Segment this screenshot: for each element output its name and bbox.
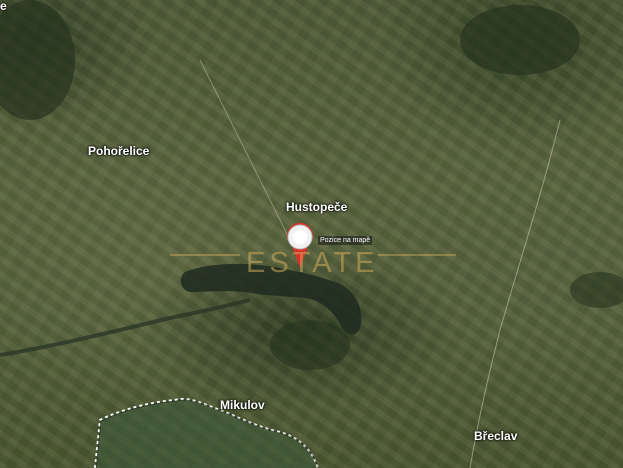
place-label-corner: e [0, 0, 7, 13]
place-label-hustopece: Hustopeče [286, 200, 348, 214]
road [469, 119, 561, 468]
satellite-map[interactable]: ESTATE e Pohořelice Hustopeče Mikulov Bř… [0, 0, 623, 468]
place-label-breclav: Břeclav [474, 429, 518, 443]
marker-label: Pozice na mapě [318, 236, 373, 245]
road [199, 59, 291, 241]
river [0, 298, 251, 357]
forest-area [570, 272, 623, 308]
forest-area [460, 5, 580, 75]
watermark-line-right [378, 254, 456, 256]
place-label-pohorelice: Pohořelice [88, 144, 150, 158]
forest-area [0, 0, 75, 120]
map-overlay [0, 0, 623, 468]
place-label-mikulov: Mikulov [220, 398, 265, 412]
forest-area [270, 320, 350, 370]
watermark: ESTATE [246, 247, 379, 279]
watermark-line-left [170, 254, 240, 256]
